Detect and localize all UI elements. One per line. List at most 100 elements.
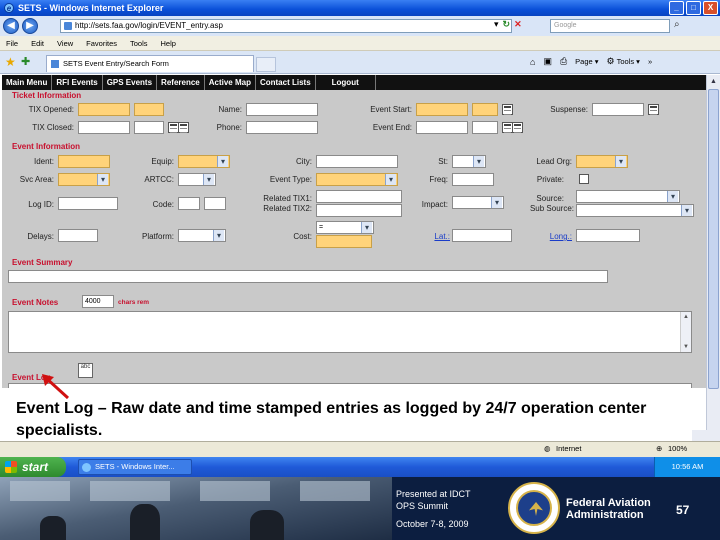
log-id-field[interactable] <box>58 197 118 210</box>
lat-field[interactable] <box>452 229 512 242</box>
code-field-1[interactable] <box>178 197 200 210</box>
menu-favorites[interactable]: Favorites <box>86 39 117 48</box>
calendar-icon[interactable] <box>648 104 659 115</box>
horizontal-scrollbar[interactable] <box>692 430 720 441</box>
presentation-date: October 7-8, 2009 <box>396 519 469 529</box>
menu-tools[interactable]: Tools <box>130 39 148 48</box>
tix-closed-date-field[interactable] <box>78 121 130 134</box>
code-field-2[interactable] <box>204 197 226 210</box>
dropdown-icon[interactable]: ▾ <box>494 19 499 30</box>
more-icon[interactable]: » <box>648 57 652 66</box>
new-tab-button[interactable] <box>256 57 276 72</box>
taskbar: start SETS - Windows Inter... 10:56 AM <box>0 457 720 477</box>
minimize-button[interactable]: _ <box>669 1 684 15</box>
cost-field[interactable] <box>316 235 372 248</box>
back-button[interactable]: ◀ <box>3 18 19 34</box>
event-type-select[interactable] <box>316 173 398 186</box>
menu-view[interactable]: View <box>57 39 73 48</box>
equip-select[interactable] <box>178 155 230 168</box>
calendar-icon[interactable] <box>502 104 513 115</box>
ident-field[interactable] <box>58 155 110 168</box>
nav-contact-lists[interactable]: Contact Lists <box>256 75 316 90</box>
event-start-date-field[interactable] <box>416 103 468 116</box>
chars-remaining-counter: 4000 <box>82 295 114 308</box>
state-select[interactable] <box>452 155 486 168</box>
related-tix1-field[interactable] <box>316 190 402 203</box>
start-button[interactable]: start <box>0 457 66 477</box>
scroll-up-icon[interactable]: ▲ <box>708 76 719 87</box>
scroll-up-icon[interactable]: ▲ <box>682 313 690 321</box>
zoom-icon[interactable]: ⊕ <box>656 444 662 453</box>
clear-date-icon[interactable] <box>512 122 523 133</box>
source-select[interactable] <box>576 190 680 203</box>
phone-field[interactable] <box>246 121 318 134</box>
search-input[interactable]: Google <box>550 19 670 33</box>
feeds-icon[interactable]: ▣ <box>543 56 552 67</box>
private-label: Private: <box>536 175 564 184</box>
page-scrollbar[interactable]: ▲ ▼ <box>706 75 720 441</box>
log-id-label: Log ID: <box>28 200 54 209</box>
scroll-down-icon[interactable]: ▼ <box>682 343 690 351</box>
refresh-icon[interactable]: ↻ <box>503 19 511 30</box>
nav-rfi-events[interactable]: RFI Events <box>52 75 103 90</box>
url-input[interactable]: http://sets.faa.gov/login/EVENT_entry.as… <box>60 19 512 33</box>
cost-currency-select[interactable]: = <box>316 221 374 234</box>
delays-field[interactable] <box>58 229 98 242</box>
tools-menu[interactable]: ⚙ Tools ▾ <box>607 56 640 67</box>
city-field[interactable] <box>316 155 398 168</box>
related-tix2-field[interactable] <box>316 204 402 217</box>
taskbar-ie-window[interactable]: SETS - Windows Inter... <box>78 459 192 475</box>
system-tray-clock: 10:56 AM <box>654 457 720 477</box>
menu-edit[interactable]: Edit <box>31 39 44 48</box>
nav-active-map[interactable]: Active Map <box>205 75 256 90</box>
gear-icon: ⚙ <box>606 56 615 66</box>
svc-area-select[interactable] <box>58 173 110 186</box>
tix-opened-label: TIX Opened: <box>28 105 74 114</box>
event-log-textarea[interactable] <box>8 383 692 388</box>
menu-help[interactable]: Help <box>161 39 176 48</box>
window-title-bar: e SETS - Windows Internet Explorer _ □ X <box>0 0 720 16</box>
private-checkbox[interactable] <box>579 174 589 184</box>
home-icon[interactable]: ⌂ <box>530 57 535 67</box>
zoom-level[interactable]: 100% <box>668 444 687 453</box>
print-icon[interactable]: ⎙ <box>560 56 567 67</box>
tix-closed-time-field[interactable] <box>134 121 164 134</box>
spell-check-icon[interactable]: abc <box>78 363 93 378</box>
menu-file[interactable]: File <box>6 39 18 48</box>
forward-button[interactable]: ▶ <box>22 18 38 34</box>
platform-select[interactable] <box>178 229 226 242</box>
scroll-thumb[interactable] <box>708 89 719 389</box>
suspense-field[interactable] <box>592 103 644 116</box>
add-favorite-icon[interactable]: ✚ <box>21 55 30 68</box>
tab-sets-event-entry[interactable]: SETS Event Entry/Search Form <box>46 55 254 72</box>
nav-gps-events[interactable]: GPS Events <box>103 75 158 90</box>
lat-link[interactable]: Lat.: <box>406 232 450 241</box>
agency-line-2: Administration <box>566 509 644 521</box>
notes-scrollbar[interactable]: ▲ ▼ <box>680 312 691 352</box>
name-field[interactable] <box>246 103 318 116</box>
event-end-time-field[interactable] <box>472 121 498 134</box>
artcc-select[interactable] <box>178 173 216 186</box>
impact-select[interactable] <box>452 196 504 209</box>
page-menu[interactable]: Page ▾ <box>575 57 598 66</box>
long-link[interactable]: Long.: <box>518 232 572 241</box>
clear-date-icon[interactable] <box>178 122 189 133</box>
tix-opened-date-field[interactable] <box>78 103 130 116</box>
search-icon[interactable]: ⌕ <box>674 19 680 30</box>
nav-reference[interactable]: Reference <box>157 75 205 90</box>
nav-main-menu[interactable]: Main Menu <box>2 75 53 90</box>
maximize-button[interactable]: □ <box>686 1 701 15</box>
freq-field[interactable] <box>452 173 494 186</box>
nav-logout[interactable]: Logout <box>316 75 376 90</box>
long-field[interactable] <box>576 229 640 242</box>
event-notes-textarea[interactable]: ▲ ▼ <box>8 311 692 353</box>
favorites-star-icon[interactable]: ★ <box>5 55 16 69</box>
event-start-time-field[interactable] <box>472 103 498 116</box>
event-summary-field[interactable] <box>8 270 608 283</box>
lead-org-select[interactable] <box>576 155 628 168</box>
stop-icon[interactable]: ✕ <box>514 19 522 30</box>
tix-opened-time-field[interactable] <box>134 103 164 116</box>
event-end-date-field[interactable] <box>416 121 468 134</box>
sub-source-select[interactable] <box>576 204 694 217</box>
close-button[interactable]: X <box>703 1 718 15</box>
